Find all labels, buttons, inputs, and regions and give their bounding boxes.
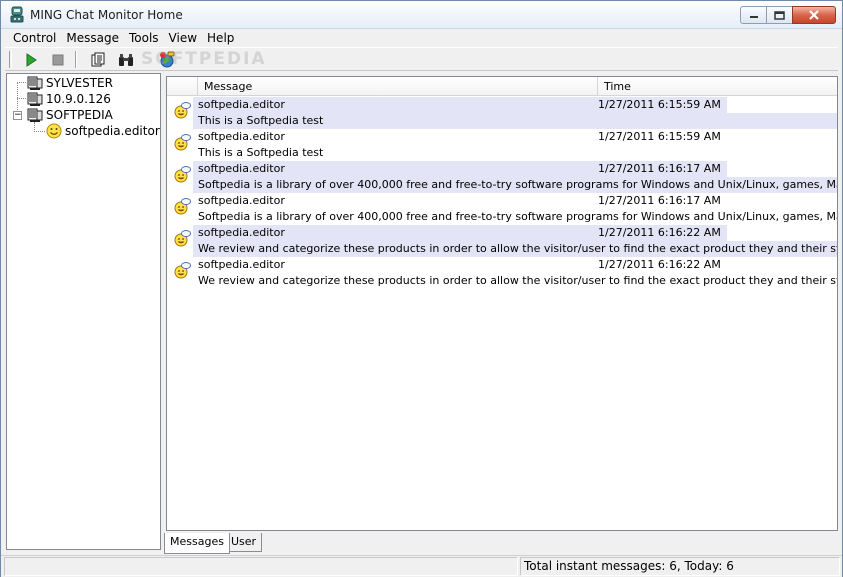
computer-icon	[27, 108, 43, 122]
toolbar-grip[interactable]	[9, 51, 12, 68]
tree-node-ip[interactable]: 10.9.0.126	[27, 91, 111, 107]
row-message: Softpedia is a library of over 400,000 f…	[198, 178, 837, 191]
message-list[interactable]: Message Time softpedia.editor 1/27/2011 6…	[166, 76, 838, 531]
menu-message[interactable]: Message	[61, 29, 124, 47]
maximize-button[interactable]	[766, 6, 793, 24]
tree-line	[17, 82, 26, 83]
status-message-count: Total instant messages: 6, Today: 6	[520, 557, 840, 576]
minimize-icon	[749, 16, 758, 18]
chat-message-icon	[174, 134, 191, 151]
column-header-icon[interactable]	[167, 77, 198, 96]
row-sender: softpedia.editor	[198, 130, 285, 143]
tree-node-sylvester[interactable]: SYLVESTER	[27, 75, 113, 91]
chat-message-icon	[174, 262, 191, 279]
row-message: This is a Softpedia test	[198, 146, 324, 159]
row-message: We review and categorize these products …	[198, 242, 837, 255]
table-row[interactable]: softpedia.editor 1/27/2011 6:16:17 AM Soft…	[167, 161, 837, 193]
find-button[interactable]	[117, 51, 135, 69]
toolbar-separator	[75, 51, 77, 68]
list-rows: softpedia.editor 1/27/2011 6:15:59 AM This…	[167, 97, 837, 530]
tree-node-softpedia[interactable]: SOFTPEDIA	[27, 107, 113, 123]
menu-tools[interactable]: Tools	[124, 29, 164, 47]
collapse-toggle[interactable]: −	[13, 111, 22, 120]
tree-line	[34, 131, 45, 132]
close-button[interactable]	[792, 6, 836, 24]
row-sender: softpedia.editor	[198, 258, 285, 271]
app-icon	[10, 6, 24, 23]
table-row[interactable]: softpedia.editor 1/27/2011 6:16:22 AM We r…	[167, 257, 837, 289]
row-time: 1/27/2011 6:16:22 AM	[598, 258, 721, 271]
chat-message-icon	[174, 102, 191, 119]
table-row[interactable]: softpedia.editor 1/27/2011 6:16:22 AM We r…	[167, 225, 837, 257]
toolbar	[5, 47, 838, 71]
stop-icon	[52, 54, 64, 66]
row-time: 1/27/2011 6:16:17 AM	[598, 162, 721, 175]
row-time: 1/27/2011 6:16:22 AM	[598, 226, 721, 239]
row-sender: softpedia.editor	[198, 162, 285, 175]
minimize-button[interactable]	[740, 6, 767, 24]
row-sender: softpedia.editor	[198, 226, 285, 239]
tree-node-label: SOFTPEDIA	[46, 108, 113, 122]
list-header: Message Time	[167, 77, 837, 96]
row-time: 1/27/2011 6:15:59 AM	[598, 130, 721, 143]
tree-node-user[interactable]: softpedia.editor	[46, 123, 160, 139]
window-title: MING Chat Monitor Home	[30, 8, 183, 22]
tab-messages[interactable]: Messages	[164, 533, 230, 554]
computer-icon	[27, 92, 43, 106]
table-row[interactable]: softpedia.editor 1/27/2011 6:16:17 AM Soft…	[167, 193, 837, 225]
tree-node-label: softpedia.editor	[65, 124, 160, 138]
tree-node-label: 10.9.0.126	[46, 92, 111, 106]
menu-help[interactable]: Help	[202, 29, 239, 47]
log-button[interactable]	[89, 51, 107, 69]
window-controls	[740, 6, 836, 24]
maximize-icon	[774, 10, 785, 20]
close-icon	[809, 10, 819, 20]
menu-bar: Control Message Tools View Help	[1, 29, 842, 47]
row-message: Softpedia is a library of over 400,000 f…	[198, 210, 837, 223]
computer-icon	[27, 76, 43, 90]
smiley-icon	[46, 123, 62, 139]
stop-button[interactable]	[49, 51, 67, 69]
row-message: We review and categorize these products …	[198, 274, 837, 287]
tree-node-label: SYLVESTER	[46, 76, 113, 90]
chat-message-icon	[174, 166, 191, 183]
status-pane-empty	[4, 557, 518, 576]
row-sender: softpedia.editor	[198, 98, 285, 111]
table-row[interactable]: softpedia.editor 1/27/2011 6:15:59 AM This…	[167, 129, 837, 161]
chat-message-icon	[174, 230, 191, 247]
table-row[interactable]: softpedia.editor 1/27/2011 6:15:59 AM This…	[167, 97, 837, 129]
column-header-time[interactable]: Time	[598, 77, 839, 96]
tab-user[interactable]: User	[225, 533, 263, 552]
menu-view[interactable]: View	[164, 29, 202, 47]
row-time: 1/27/2011 6:15:59 AM	[598, 98, 721, 111]
binoculars-icon	[119, 54, 133, 66]
watermark: SOFTPEDIA	[141, 49, 267, 69]
row-message: This is a Softpedia test	[198, 114, 324, 127]
clipboard-icon	[91, 52, 105, 67]
contact-tree[interactable]: SYLVESTER 10.9.0.126 − SOFTPEDIA softped…	[6, 73, 161, 550]
status-bar: Total instant messages: 6, Today: 6	[1, 555, 842, 577]
menu-control[interactable]: Control	[8, 29, 61, 47]
tree-line	[17, 98, 26, 99]
row-time: 1/27/2011 6:16:17 AM	[598, 194, 721, 207]
row-sender: softpedia.editor	[198, 194, 285, 207]
play-icon	[26, 53, 37, 67]
app-window: MING Chat Monitor Home Control Message Too…	[0, 0, 843, 577]
chat-message-icon	[174, 198, 191, 215]
column-header-message[interactable]: Message	[198, 77, 598, 96]
title-bar[interactable]: MING Chat Monitor Home	[1, 1, 842, 29]
start-button[interactable]	[22, 51, 40, 69]
